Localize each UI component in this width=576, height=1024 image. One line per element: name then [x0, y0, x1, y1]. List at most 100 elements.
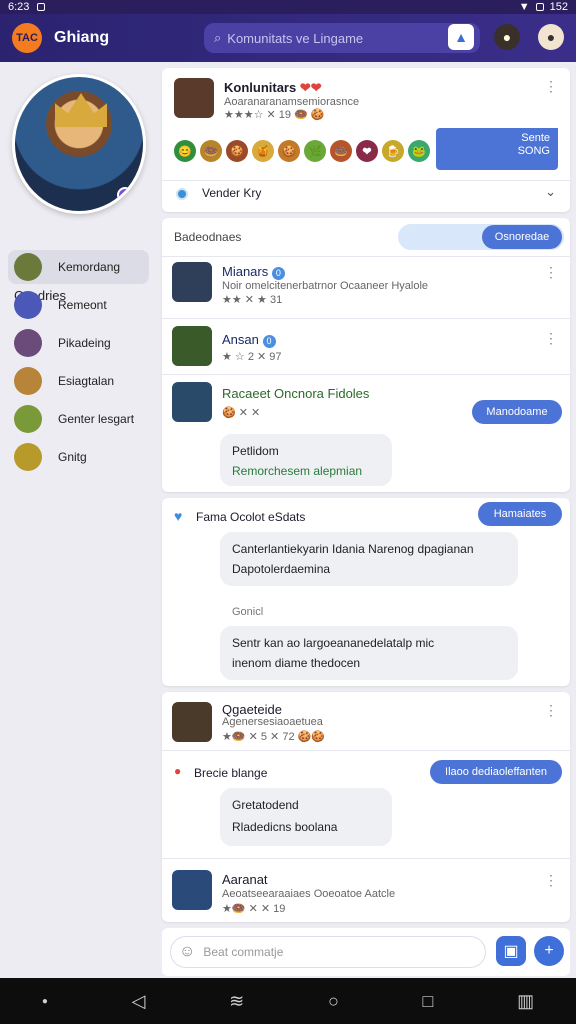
avatar: [14, 329, 42, 357]
thread-stats: 🍪 ✕ ✕: [222, 407, 261, 419]
emoji-icon[interactable]: 🐸: [408, 140, 430, 162]
post-subtitle: Agenersesiaoaetuea: [222, 716, 323, 728]
avatar[interactable]: [172, 262, 212, 302]
avatar[interactable]: [174, 78, 214, 118]
sidebar-item-label: Gnitg: [58, 450, 87, 464]
top-bar: TAC Ghiang ⌕ Komunitats ve Lingame ● ▲ ●…: [0, 14, 576, 62]
recents-icon[interactable]: □: [423, 991, 434, 1012]
bubble-text: Sentr kan ao largoeananedelatalp mic: [232, 636, 435, 650]
thread-stats: ★★ ✕ ★ 31: [222, 294, 283, 306]
search-placeholder: Komunitats ve Lingame: [227, 30, 364, 46]
screenshot-icon[interactable]: ▥: [517, 991, 534, 1012]
sidebar: Coedries Kemordang Remeont Pikadeing Esi…: [0, 62, 158, 978]
back-icon[interactable]: ◁: [132, 991, 146, 1012]
sidebar-item-kemordang[interactable]: Kemordang: [8, 250, 149, 284]
message-bubble: Gretatodend Rladedicns boolana: [220, 788, 392, 846]
community-stats: ★★★☆ ✕ 19 🍩 🍪: [224, 109, 325, 121]
gallery-icon[interactable]: ▲: [448, 24, 474, 50]
avatar: [14, 405, 42, 433]
emoji-icon[interactable]: 🍺: [382, 140, 404, 162]
feed-button[interactable]: Hamaiates: [478, 502, 562, 526]
feed-title: Fama Ocolot eSdats: [196, 510, 306, 524]
hero-avatar[interactable]: ●: [494, 24, 520, 50]
bubble-text: Gretatodend: [232, 798, 299, 812]
more-icon[interactable]: ⋮: [544, 702, 558, 719]
signal-icon: [535, 3, 544, 11]
chevron-down-icon[interactable]: ⌄: [545, 184, 556, 200]
online-dot: [117, 187, 133, 203]
comment-input[interactable]: ☺ Beat commatje: [170, 936, 486, 968]
avatar: [14, 291, 42, 319]
selector-icon: [176, 188, 188, 200]
feed-card: ♥ Fama Ocolot eSdats Hamaiates Canterlan…: [162, 498, 570, 686]
emoji-icon[interactable]: 🍯: [252, 140, 274, 162]
sidebar-item-gnitg[interactable]: Gnitg: [8, 440, 149, 474]
community-selector-label[interactable]: Vender Kry: [202, 186, 261, 200]
threads-card: Badeodnaes Osnoredae Mianars 0 Noir omel…: [162, 218, 570, 492]
attach-image-button[interactable]: ▣: [496, 936, 526, 966]
home-icon[interactable]: ○: [328, 991, 339, 1012]
thread-name: Racaeet Oncnora Fidoles: [222, 386, 370, 401]
post-title: Brecie blange: [194, 766, 268, 780]
avatar[interactable]: [172, 870, 212, 910]
avatar[interactable]: [172, 702, 212, 742]
status-time: 6:23: [8, 1, 30, 13]
profile-avatar[interactable]: [12, 74, 146, 214]
message-bubble: Sentr kan ao largoeananedelatalp mic ine…: [220, 626, 518, 680]
add-button[interactable]: +: [534, 936, 564, 966]
section-button[interactable]: Osnoredae: [482, 225, 562, 249]
thread-name: Mianars: [222, 264, 269, 279]
tag-icon: ●: [174, 764, 182, 778]
avatar[interactable]: [172, 326, 212, 366]
status-bar: 6:23 ▼ 152: [0, 0, 576, 14]
menu-icon[interactable]: ≋: [229, 991, 244, 1012]
app-title: Ghiang: [54, 29, 110, 46]
more-icon[interactable]: ⋮: [544, 78, 558, 95]
sidebar-item-label: Kemordang: [58, 260, 121, 274]
thread-name: Ansan: [222, 332, 259, 347]
more-icon[interactable]: ⋮: [544, 264, 558, 281]
verified-badge: 0: [271, 267, 285, 280]
sidebar-item-remeont[interactable]: Remeont: [8, 288, 149, 322]
message-composer: ☺ Beat commatje ▣ +: [162, 928, 570, 976]
emoji-icon[interactable]: 😊: [174, 140, 196, 162]
hearts-icon: ❤❤: [299, 80, 322, 95]
bubble-text: Remorchesem alepmian: [232, 464, 363, 478]
emoji-icon[interactable]: 🍪: [226, 140, 248, 162]
avatar: [14, 367, 42, 395]
user-avatar[interactable]: ●: [538, 24, 564, 50]
reply-bubble: Petlidom Remorchesem alepmian: [220, 434, 392, 486]
sidebar-item-label: Genter lesgart: [58, 412, 135, 426]
posts-card: Qgaeteide Agenersesiaoaetuea ★🍩 ✕ 5 ✕ 72…: [162, 692, 570, 922]
song-button[interactable]: Sente SONG: [436, 128, 558, 170]
avatar: [14, 253, 42, 281]
bubble-text: Petlidom: [232, 444, 279, 458]
post-stats: ★🍩 ✕ ✕ 19: [222, 903, 286, 915]
emoji-icon[interactable]: ❤: [356, 140, 378, 162]
emoji-icon[interactable]: 🍩: [200, 140, 222, 162]
avatar[interactable]: [172, 382, 212, 422]
community-card: Konlunitars ❤❤ Aoaranaranamsemiorasnce ★…: [162, 68, 570, 212]
thread-line: Noir omelcitenerbatrnor Ocaaneer Hyalole: [222, 280, 429, 292]
sidebar-item-esiagtalan[interactable]: Esiagtalan: [8, 364, 149, 398]
search-input[interactable]: ⌕ Komunitats ve Lingame ●: [204, 23, 480, 53]
more-icon[interactable]: ⋮: [544, 330, 558, 347]
sidebar-item-genter[interactable]: Genter lesgart: [8, 402, 149, 436]
sidebar-item-pikadeing[interactable]: Pikadeing: [8, 326, 149, 360]
crown-icon: [55, 93, 107, 127]
post-button[interactable]: Ilaoo dediaoleffanten: [430, 760, 562, 784]
more-icon[interactable]: ⋮: [544, 872, 558, 889]
section-title: Badeodnaes: [174, 230, 242, 244]
search-icon: ⌕: [214, 30, 222, 45]
emoji-icon[interactable]: 🌿: [304, 140, 326, 162]
emoji-icon[interactable]: 🍩: [330, 140, 352, 162]
dot-icon: ●: [41, 995, 48, 1007]
thread-action-button[interactable]: Manodoame: [472, 400, 562, 424]
battery-level: 152: [549, 1, 568, 13]
emoji-picker-icon[interactable]: ☺: [179, 943, 195, 961]
app-logo[interactable]: TAC: [12, 23, 42, 53]
emoji-icon[interactable]: 🍪: [278, 140, 300, 162]
post-name: Qgaeteide: [222, 702, 282, 717]
verified-badge: 0: [262, 335, 276, 348]
thread-stats: ★ ☆ 2 ✕ 97: [222, 351, 282, 363]
